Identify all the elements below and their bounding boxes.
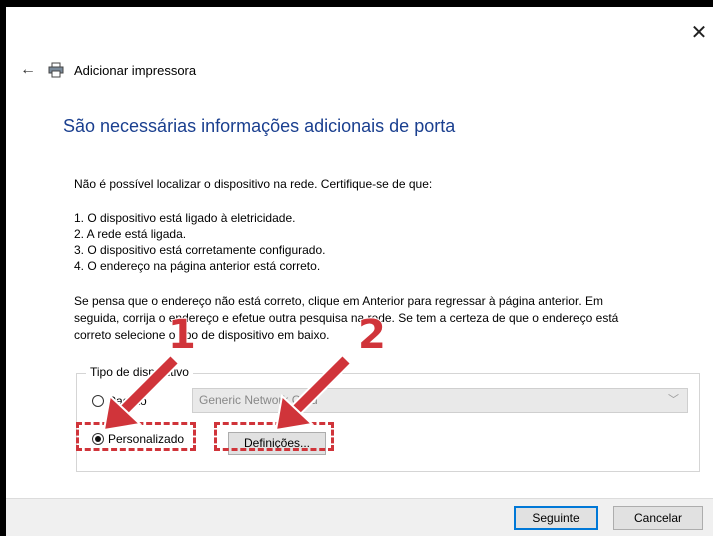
annotation-arrow-2-icon [274,355,351,432]
chevron-down-icon: ﹀ [668,394,679,406]
back-arrow-icon[interactable]: ← [20,61,38,79]
intro-text: Não é possível localizar o dispositivo n… [74,177,433,191]
checklist-item: 4. O endereço na página anterior está co… [74,259,321,273]
cancel-button[interactable]: Cancelar [613,506,703,530]
printer-icon [48,62,64,78]
checklist-item: 2. A rede está ligada. [74,227,187,241]
add-printer-window: ✕ ← Adicionar impressora São necessárias… [6,7,713,536]
footer-bar: Seguinte Cancelar [6,498,713,536]
close-button[interactable]: ✕ [689,23,709,43]
checklist-item: 3. O dispositivo está corretamente confi… [74,243,326,257]
annotation-arrow-1-icon [102,355,179,432]
next-button[interactable]: Seguinte [514,506,598,530]
annotation-number-1: 1 [167,311,197,359]
window-title: Adicionar impressora [74,62,197,78]
paragraph-line: Se pensa que o endereço não está correto… [74,294,603,308]
annotation-number-2: 2 [357,311,387,359]
page-heading: São necessárias informações adicionais d… [63,116,456,136]
window-header: ← Adicionar impressora [20,60,196,80]
checklist-item: 1. O dispositivo está ligado à eletricid… [74,211,296,225]
